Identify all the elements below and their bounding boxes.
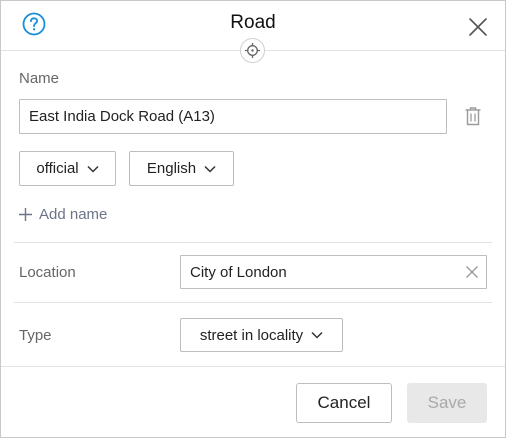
language-select[interactable]: English [129, 151, 234, 186]
name-label: Name [19, 70, 60, 87]
name-type-select[interactable]: official [19, 151, 116, 186]
trash-icon[interactable] [464, 106, 482, 126]
footer-divider [1, 366, 505, 367]
add-name-button[interactable]: Add name [18, 206, 107, 223]
name-input-value: East India Dock Road (A13) [29, 108, 215, 125]
type-label: Type [19, 327, 52, 344]
crosshair-icon[interactable] [240, 38, 265, 63]
location-label: Location [19, 264, 76, 281]
cancel-button[interactable]: Cancel [296, 383, 392, 423]
clear-icon[interactable] [465, 265, 479, 279]
chevron-down-icon [87, 165, 99, 173]
dialog-title: Road [230, 12, 276, 33]
location-input[interactable]: City of London [180, 255, 487, 289]
divider [14, 242, 492, 243]
chevron-down-icon [204, 165, 216, 173]
type-select-value: street in locality [199, 326, 304, 344]
type-select[interactable]: street in locality [180, 318, 343, 352]
save-button[interactable]: Save [407, 383, 487, 423]
chevron-down-icon [311, 331, 323, 339]
language-select-value: English [146, 160, 197, 177]
close-icon[interactable] [466, 15, 490, 39]
road-edit-dialog: Road Name East India Dock Road (A13) off… [0, 0, 506, 438]
name-type-select-value: official [36, 160, 79, 177]
name-input[interactable]: East India Dock Road (A13) [19, 99, 447, 134]
location-input-value: City of London [190, 263, 287, 281]
plus-icon [19, 208, 32, 221]
divider [14, 302, 492, 303]
add-name-label: Add name [39, 206, 108, 223]
